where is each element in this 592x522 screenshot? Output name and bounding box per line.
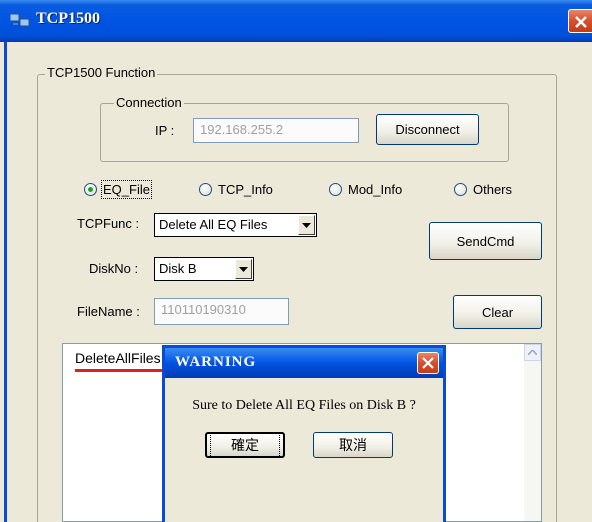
chevron-down-icon — [302, 222, 311, 228]
sendcmd-button[interactable]: SendCmd — [429, 222, 542, 260]
diskno-selected: Disk B — [159, 261, 197, 276]
function-group-legend: TCP1500 Function — [45, 65, 158, 80]
dialog-close-button[interactable] — [417, 352, 439, 374]
tcpfunc-label: TCPFunc : — [77, 216, 140, 231]
close-button[interactable] — [568, 9, 592, 33]
filename-label: FileName : — [77, 304, 140, 319]
radio-unchecked-icon — [199, 183, 212, 196]
disconnect-button[interactable]: Disconnect — [376, 114, 479, 145]
ip-label: IP : — [155, 123, 175, 138]
app-icon — [10, 13, 30, 27]
ok-button[interactable]: 確定 — [205, 432, 285, 458]
radio-mod-info[interactable]: Mod_Info — [329, 182, 402, 197]
ok-button-label: 確定 — [210, 432, 280, 458]
chevron-down-icon — [239, 266, 248, 272]
dropdown-arrow-button[interactable] — [298, 215, 315, 235]
cancel-button[interactable]: 取消 — [313, 432, 393, 458]
scroll-up-button[interactable] — [524, 344, 541, 361]
diskno-select[interactable]: Disk B — [154, 257, 254, 281]
close-icon — [422, 357, 434, 369]
radio-eq-file[interactable]: EQ_File — [84, 180, 152, 199]
chevron-up-icon — [528, 350, 537, 355]
radio-others[interactable]: Others — [454, 182, 512, 197]
radio-checked-icon — [84, 183, 97, 196]
vertical-scrollbar[interactable] — [524, 344, 541, 521]
close-icon — [575, 16, 587, 28]
ip-field[interactable]: 192.168.255.2 — [193, 118, 359, 143]
radio-unchecked-icon — [454, 183, 467, 196]
radio-others-label: Others — [473, 182, 513, 197]
tcpfunc-selected: Delete All EQ Files — [159, 217, 268, 232]
dropdown-arrow-button[interactable] — [235, 259, 252, 279]
dialog-message: Sure to Delete All EQ Files on Disk B ? — [192, 398, 416, 413]
diskno-label: DiskNo : — [89, 261, 139, 276]
radio-tcp-info-label: TCP_Info — [218, 182, 273, 197]
radio-eq-file-label: EQ_File — [101, 180, 152, 199]
title-bar[interactable]: TCP1500 — [0, 0, 592, 42]
dialog-title-bar[interactable]: WARNING — [165, 348, 443, 378]
radio-mod-info-label: Mod_Info — [348, 182, 403, 197]
filename-field[interactable]: 110110190310 — [154, 298, 289, 325]
tcpfunc-select[interactable]: Delete All EQ Files — [154, 213, 317, 237]
window-title: TCP1500 — [36, 10, 100, 27]
radio-unchecked-icon — [329, 183, 342, 196]
clear-button[interactable]: Clear — [453, 295, 542, 329]
radio-tcp-info[interactable]: TCP_Info — [199, 182, 273, 197]
warning-dialog: WARNING Sure to Delete All EQ Files on D… — [162, 345, 446, 522]
dialog-title: WARNING — [175, 354, 257, 370]
tcp1500-window: TCP1500 TCP1500 Function Connection IP :… — [0, 0, 592, 522]
connection-group-legend: Connection — [114, 95, 184, 110]
